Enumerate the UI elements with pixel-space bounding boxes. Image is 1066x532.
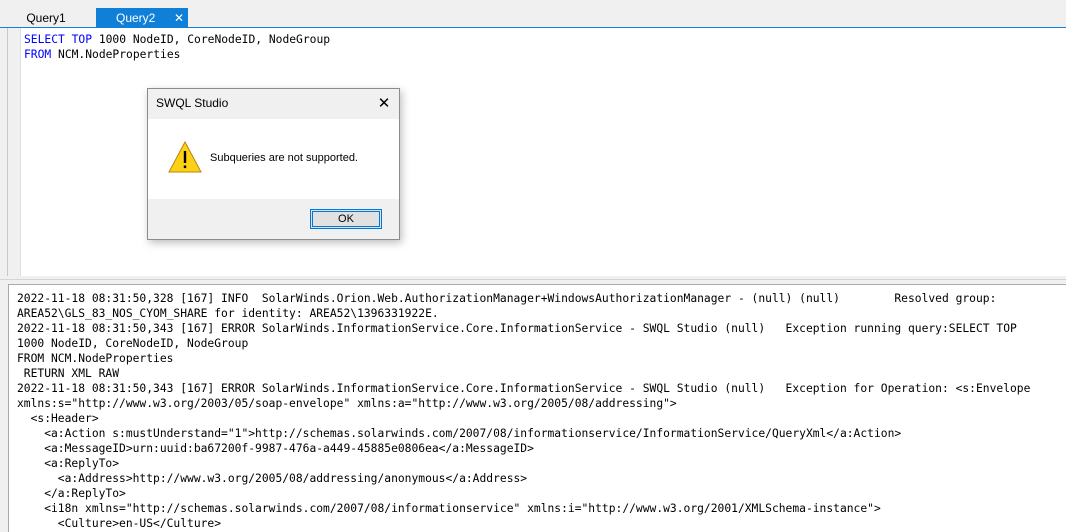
splitter-line [0,279,1066,280]
editor-gutter [0,28,21,276]
sql-text: 1000 NodeID, CoreNodeID, NodeGroup [92,33,331,46]
log-line: AREA52\GLS_83_NOS_CYOM_SHARE for identit… [17,307,439,320]
ok-button[interactable]: OK [310,209,382,229]
log-line: RETURN XML RAW [17,367,120,380]
panel-splitter[interactable] [0,276,1066,284]
log-line: <a:ReplyTo> [17,457,120,470]
tab-strip: Query1 Query2 ✕ [0,0,1066,28]
log-line: <a:Address>http://www.w3.org/2005/08/add… [17,472,528,485]
sql-text: NCM.NodeProperties [51,48,181,61]
tab-query2[interactable]: Query2 ✕ [96,8,188,28]
log-line: 2022-11-18 08:31:50,343 [167] ERROR Sola… [17,322,1017,335]
log-line: <s:Header> [17,412,99,425]
tab-label: Query2 [116,11,156,25]
log-line: <a:Action s:mustUnderstand="1">http://sc… [17,427,902,440]
collapse-guide [7,28,8,276]
dialog-body: Subqueries are not supported. [148,119,399,199]
log-line: 2022-11-18 08:31:50,343 [167] ERROR Sola… [17,382,1031,395]
log-line: <a:MessageID>urn:uuid:ba67200f-9987-476a… [17,442,534,455]
close-tab-icon[interactable]: ✕ [172,8,186,28]
tab-query1[interactable]: Query1 [0,8,92,28]
tab-label: Query1 [26,11,66,25]
query-text[interactable]: SELECT TOP 1000 NodeID, CoreNodeID, Node… [24,32,330,62]
log-text: 2022-11-18 08:31:50,328 [167] INFO Solar… [17,291,1030,531]
log-line: <Culture>en-US</Culture> [17,517,222,530]
log-line: 1000 NodeID, CoreNodeID, NodeGroup [17,337,249,350]
log-line: <i18n xmlns="http://schemas.solarwinds.c… [17,502,881,515]
sql-keyword: FROM [24,48,52,61]
log-line: 2022-11-18 08:31:50,328 [167] INFO Solar… [17,292,997,305]
log-line: FROM NCM.NodeProperties [17,352,174,365]
log-line: xmlns:s="http://www.w3.org/2003/05/soap-… [17,397,677,410]
sql-keyword: SELECT TOP [24,33,93,46]
log-output-panel[interactable]: 2022-11-18 08:31:50,328 [167] INFO Solar… [8,284,1066,532]
log-line: </a:ReplyTo> [17,487,126,500]
dialog-title: SWQL Studio [156,96,229,110]
code-line: SELECT TOP 1000 NodeID, CoreNodeID, Node… [24,32,330,47]
warning-icon [168,141,202,173]
code-line: FROM NCM.NodeProperties [24,47,330,62]
dialog-close-icon[interactable]: ✕ [368,89,400,117]
dialog-message: Subqueries are not supported. [210,152,358,164]
message-dialog: SWQL Studio ✕ Subqueries are not support… [147,88,400,240]
